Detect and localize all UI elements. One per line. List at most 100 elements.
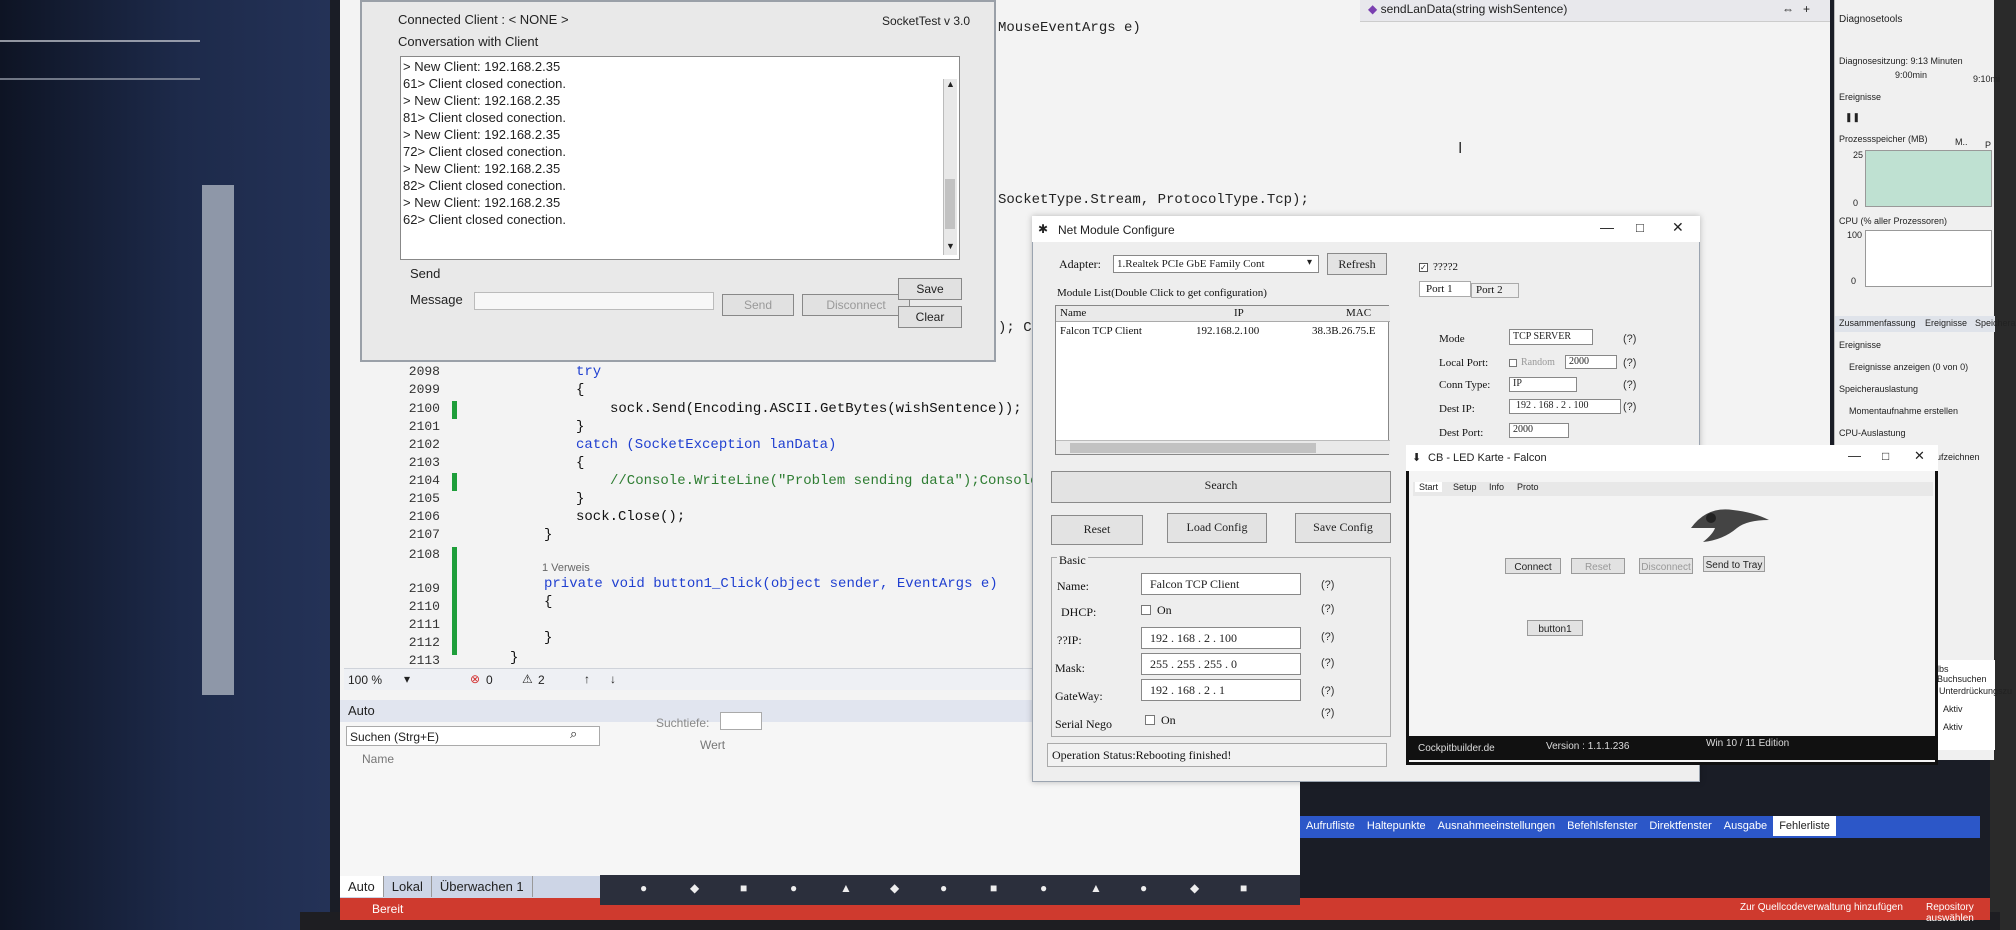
scroll-up-icon[interactable]: ▲ <box>946 79 955 89</box>
taskbar-icon[interactable]: ● <box>640 881 647 895</box>
taskbar-icon[interactable]: ■ <box>990 881 997 895</box>
method-dropdown[interactable]: sendLanData(string wishSentence) <box>1381 2 1568 16</box>
conversation-log[interactable]: > New Client: 192.168.2.35 61> Client cl… <box>400 56 960 260</box>
taskbar-icon[interactable]: ◆ <box>1190 881 1199 895</box>
tab-output[interactable]: Ausgabe <box>1718 816 1773 836</box>
tab-error-list[interactable]: Fehlerliste <box>1773 816 1836 836</box>
taskbar-icon[interactable]: ◆ <box>690 881 699 895</box>
col-name[interactable]: Name <box>1060 307 1086 319</box>
split-icon[interactable]: ⇔ <box>1782 2 1794 16</box>
scroll-thumb[interactable] <box>945 179 955 229</box>
auto-search-input[interactable]: Suchen (Strg+E) <box>346 726 600 746</box>
maximize-icon[interactable]: □ <box>1636 220 1644 235</box>
repo-button[interactable]: Repository auswählen <box>1926 902 1990 924</box>
codelens-references[interactable]: 1 Verweis <box>542 562 590 574</box>
taskbar-icon[interactable]: ◆ <box>890 881 899 895</box>
tab-info[interactable]: Info <box>1485 482 1508 492</box>
tab-auto[interactable]: Auto <box>340 876 384 897</box>
help-hint[interactable]: (?) <box>1623 379 1636 391</box>
tab-proto[interactable]: Proto <box>1513 482 1543 492</box>
load-config-button[interactable]: Load Config <box>1167 513 1267 543</box>
help-hint[interactable]: (?) <box>1321 685 1334 697</box>
table-row[interactable]: Falcon TCP Client 192.168.2.100 38.3B.26… <box>1056 324 1390 340</box>
col-ip[interactable]: IP <box>1234 307 1244 319</box>
button1[interactable]: button1 <box>1527 620 1583 636</box>
warning-icon[interactable]: ⚠ <box>522 672 533 686</box>
add-icon[interactable]: + <box>1803 2 1810 16</box>
cb-window-titlebar[interactable]: ⬇ CB - LED Karte - Falcon — □ ✕ <box>1406 445 1938 471</box>
show-events-link[interactable]: Ereignisse anzeigen (0 von 0) <box>1849 362 1968 372</box>
ip-input[interactable]: 192 . 168 . 2 . 100 <box>1141 627 1301 649</box>
send-button[interactable]: Send <box>722 294 794 316</box>
tab-summary[interactable]: Zusammenfassung <box>1839 318 1916 328</box>
help-hint[interactable]: (?) <box>1623 357 1636 369</box>
record-cpu-button[interactable]: aufzeichnen <box>1931 452 1980 462</box>
scroll-down-icon[interactable]: ▼ <box>946 241 955 251</box>
tab-breakpoints[interactable]: Haltepunkte <box>1361 816 1432 836</box>
arrow-down-icon[interactable]: ↓ <box>610 672 616 686</box>
disconnect-button[interactable]: Disconnect <box>1639 558 1693 574</box>
zoom-level[interactable]: 100 % <box>348 673 382 687</box>
enable-checkbox[interactable]: ✓ <box>1419 263 1428 272</box>
gateway-input[interactable]: 192 . 168 . 2 . 1 <box>1141 679 1301 701</box>
arrow-up-icon[interactable]: ↑ <box>584 672 590 686</box>
mask-input[interactable]: 255 . 255 . 255 . 0 <box>1141 653 1301 675</box>
save-button[interactable]: Save <box>898 278 962 300</box>
refresh-button[interactable]: Refresh <box>1327 253 1387 275</box>
clear-button[interactable]: Clear <box>898 306 962 328</box>
tab-call-stack[interactable]: Aufrufliste <box>1300 816 1361 836</box>
disconnect-button[interactable]: Disconnect <box>802 294 910 316</box>
maximize-icon[interactable]: □ <box>1882 449 1889 463</box>
taskbar-icon[interactable]: ● <box>790 881 797 895</box>
taskbar-icon[interactable]: ● <box>940 881 947 895</box>
tab-watch[interactable]: Überwachen 1 <box>432 876 533 897</box>
tab-command-window[interactable]: Befehlsfenster <box>1561 816 1643 836</box>
chevron-down-icon[interactable]: ▾ <box>404 672 410 686</box>
search-icon[interactable]: ⌕ <box>570 726 577 742</box>
minimize-icon[interactable]: — <box>1848 448 1861 463</box>
col-mac[interactable]: MAC <box>1346 307 1371 319</box>
take-snapshot-button[interactable]: Momentaufnahme erstellen <box>1849 406 1958 416</box>
source-control-button[interactable]: Zur Quellcodeverwaltung hinzufügen <box>1740 902 1903 913</box>
message-input[interactable] <box>474 292 714 310</box>
adapter-dropdown[interactable]: 1.Realtek PCIe GbE Family Cont <box>1113 255 1319 273</box>
taskbar-icon[interactable]: ■ <box>1240 881 1247 895</box>
tab-lokal[interactable]: Lokal <box>384 876 432 897</box>
tab-exceptions[interactable]: Ausnahmeeinstellungen <box>1432 816 1561 836</box>
reset-button[interactable]: Reset <box>1051 515 1143 545</box>
search-button[interactable]: Search <box>1051 471 1391 503</box>
close-icon[interactable]: ✕ <box>1914 448 1925 464</box>
error-icon[interactable]: ⊗ <box>470 672 480 686</box>
dest-port-input[interactable]: 2000 <box>1509 423 1569 438</box>
tab-setup[interactable]: Setup <box>1449 482 1481 492</box>
net-window-titlebar[interactable]: ✱ Net Module Configure — □ ✕ <box>1032 216 1700 242</box>
random-checkbox[interactable] <box>1509 359 1517 367</box>
tab-start[interactable]: Start <box>1415 482 1443 492</box>
search-depth-dropdown[interactable] <box>720 712 762 730</box>
taskbar-icon[interactable]: ■ <box>740 881 747 895</box>
tab-events[interactable]: Ereignisse <box>1925 318 1967 328</box>
send-to-tray-button[interactable]: Send to Tray <box>1703 556 1765 572</box>
local-port-input[interactable]: 2000 <box>1565 355 1617 369</box>
pause-icon[interactable]: ❚❚ <box>1845 112 1860 123</box>
help-hint[interactable]: (?) <box>1321 579 1334 591</box>
dhcp-checkbox[interactable] <box>1141 605 1151 615</box>
help-hint[interactable]: (?) <box>1321 603 1334 615</box>
method-navigation-bar[interactable]: ◆ sendLanData(string wishSentence) ⇔ + <box>1360 0 1830 22</box>
help-hint[interactable]: (?) <box>1321 657 1334 669</box>
mode-dropdown[interactable]: TCP SERVER <box>1509 329 1593 345</box>
code-lines[interactable]: 2097 2098 try 2099 { 2100 sock.Send(Enco… <box>380 344 1064 668</box>
taskbar-icon[interactable]: ● <box>1040 881 1047 895</box>
help-hint[interactable]: (?) <box>1623 401 1636 413</box>
help-hint[interactable]: (?) <box>1321 707 1334 719</box>
chevron-down-icon[interactable]: ▾ <box>1307 257 1312 268</box>
connect-button[interactable]: Connect <box>1505 558 1561 574</box>
taskbar-icon[interactable]: ▲ <box>1090 881 1102 895</box>
close-icon[interactable]: ✕ <box>1672 219 1684 236</box>
taskbar-icon[interactable]: ● <box>1140 881 1147 895</box>
reset-button[interactable]: Reset <box>1571 558 1625 574</box>
module-list-table[interactable]: Name IP MAC Falcon TCP Client 192.168.2.… <box>1055 305 1390 455</box>
tab-port-2[interactable]: Port 2 <box>1471 283 1519 298</box>
help-hint[interactable]: (?) <box>1623 333 1636 345</box>
tab-memory[interactable]: Speicherau <box>1975 318 2016 328</box>
